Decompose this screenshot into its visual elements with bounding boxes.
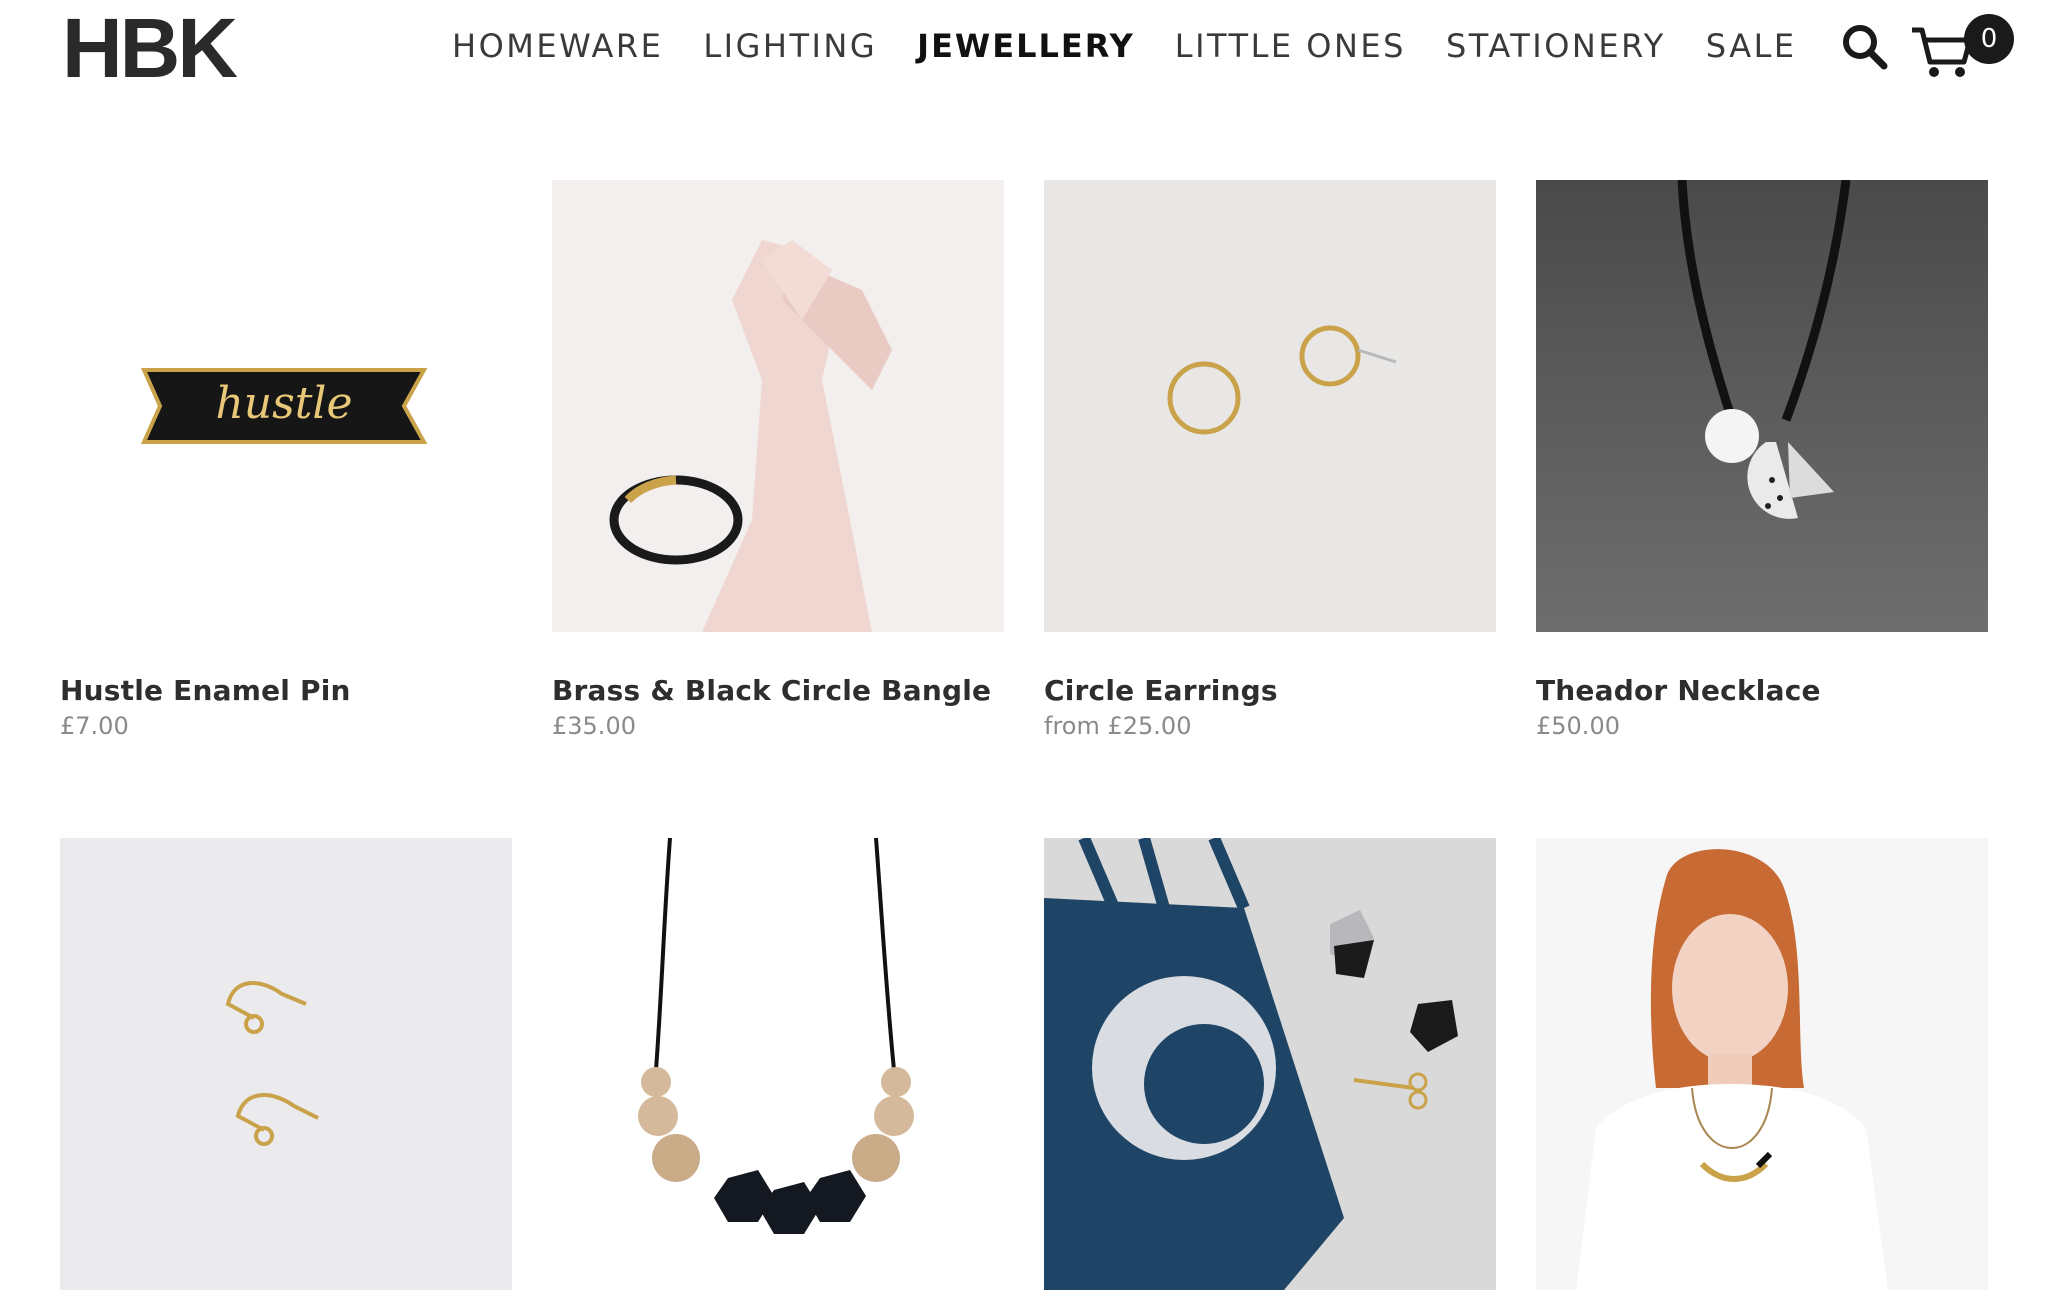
product-name[interactable]: Brass & Black Circle Bangle	[552, 674, 991, 707]
product-price: £35.00	[552, 712, 636, 740]
product-card-bead-necklace[interactable]	[552, 838, 1004, 1290]
product-price: £50.00	[1536, 712, 1620, 740]
product-name[interactable]: Circle Earrings	[1044, 674, 1278, 707]
product-card-hook-earrings[interactable]	[60, 838, 512, 1290]
nav-lighting[interactable]: LIGHTING	[703, 27, 877, 65]
product-name[interactable]: Theador Necklace	[1536, 674, 1821, 707]
product-image[interactable]	[60, 838, 512, 1290]
cart-button[interactable]: 0	[1908, 14, 2014, 78]
product-image[interactable]	[1536, 180, 1988, 632]
product-card-circle-bangle[interactable]: Brass & Black Circle Bangle £35.00	[552, 180, 1004, 740]
product-image[interactable]	[552, 838, 1004, 1290]
nav-little-ones[interactable]: LITTLE ONES	[1175, 27, 1406, 65]
product-card-theador-necklace[interactable]: Theador Necklace £50.00	[1536, 180, 1988, 740]
product-image[interactable]	[552, 180, 1004, 632]
product-price: £7.00	[60, 712, 129, 740]
product-image[interactable]	[1536, 838, 1988, 1290]
search-icon	[1843, 25, 1888, 70]
pin-lettering: hustle	[215, 378, 352, 429]
nav-sale[interactable]: SALE	[1706, 27, 1797, 65]
nav-homeware[interactable]: HOMEWARE	[452, 27, 663, 65]
product-card-circle-earrings[interactable]: Circle Earrings from £25.00	[1044, 180, 1496, 740]
cart-count-badge: 0	[1964, 14, 2014, 64]
main-nav: HOMEWARE LIGHTING JEWELLERY LITTLE ONES …	[452, 26, 1837, 66]
product-image[interactable]: hustle	[60, 180, 512, 632]
nav-jewellery[interactable]: JEWELLERY	[917, 27, 1135, 65]
product-image[interactable]	[1044, 838, 1496, 1290]
product-name[interactable]: Hustle Enamel Pin	[60, 674, 351, 707]
product-card-hustle-pin[interactable]: hustle Hustle Enamel Pin £7.00	[60, 180, 512, 740]
product-price: from £25.00	[1044, 712, 1192, 740]
search-button[interactable]	[1840, 22, 1888, 70]
product-image[interactable]	[1044, 180, 1496, 632]
product-card-moon-tote[interactable]	[1044, 838, 1496, 1290]
site-logo[interactable]: HBK	[62, 6, 238, 90]
nav-stationery[interactable]: STATIONERY	[1446, 27, 1666, 65]
product-card-model-necklace[interactable]	[1536, 838, 1988, 1290]
